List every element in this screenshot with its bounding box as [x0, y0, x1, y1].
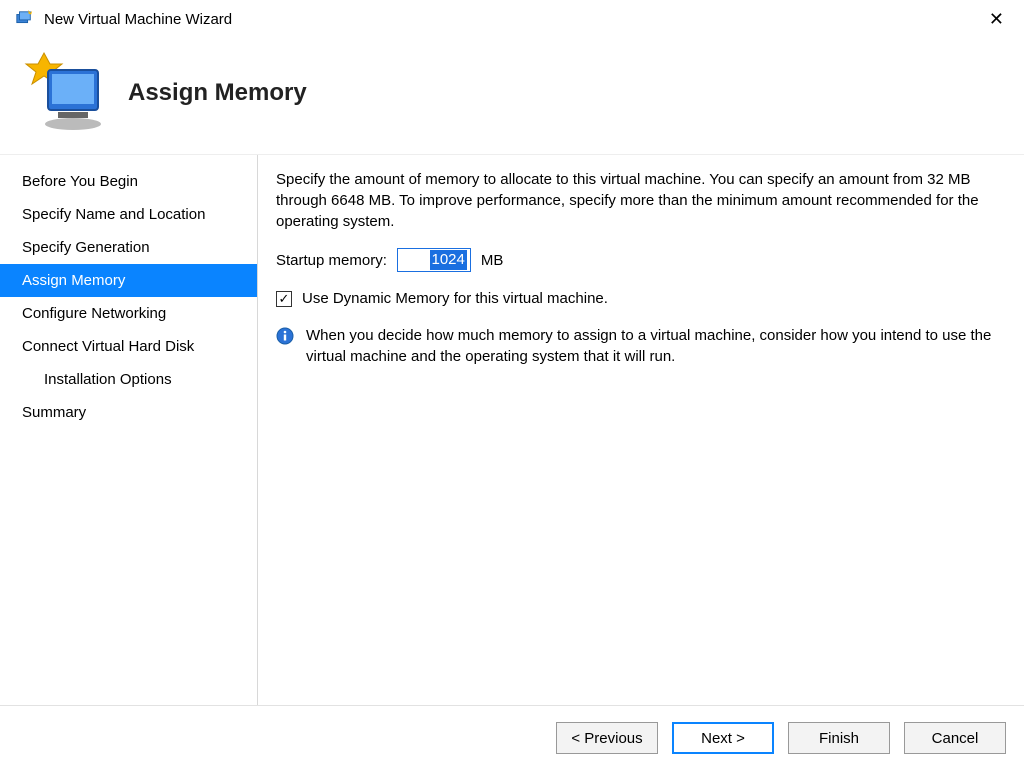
next-button[interactable]: Next >	[672, 722, 774, 754]
cancel-button[interactable]: Cancel	[904, 722, 1006, 754]
finish-button[interactable]: Finish	[788, 722, 890, 754]
page-title: Assign Memory	[128, 79, 307, 107]
nav-item-configure-networking[interactable]: Configure Networking	[0, 297, 257, 330]
wizard-nav: Before You BeginSpecify Name and Locatio…	[0, 155, 258, 705]
nav-item-specify-name-and-location[interactable]: Specify Name and Location	[0, 198, 257, 231]
nav-item-assign-memory[interactable]: Assign Memory	[0, 264, 257, 297]
dynamic-memory-row: ✓ Use Dynamic Memory for this virtual ma…	[276, 288, 1006, 309]
close-icon[interactable]: ✕	[981, 10, 1012, 28]
startup-memory-row: Startup memory: 1024 MB	[276, 248, 1006, 272]
header-banner: Assign Memory	[0, 36, 1024, 155]
server-star-icon	[20, 50, 110, 136]
wizard-body: Before You BeginSpecify Name and Locatio…	[0, 155, 1024, 705]
app-icon	[14, 9, 34, 29]
dynamic-memory-label: Use Dynamic Memory for this virtual mach…	[302, 288, 608, 309]
nav-item-specify-generation[interactable]: Specify Generation	[0, 231, 257, 264]
wizard-content: Specify the amount of memory to allocate…	[258, 155, 1024, 705]
info-icon	[276, 327, 294, 345]
nav-item-connect-virtual-hard-disk[interactable]: Connect Virtual Hard Disk	[0, 330, 257, 363]
nav-item-installation-options[interactable]: Installation Options	[0, 363, 257, 396]
startup-memory-input[interactable]: 1024	[397, 248, 471, 272]
info-text: When you decide how much memory to assig…	[306, 325, 1006, 367]
startup-memory-unit: MB	[481, 250, 504, 271]
dynamic-memory-checkbox[interactable]: ✓	[276, 291, 292, 307]
nav-item-summary[interactable]: Summary	[0, 396, 257, 429]
window-title: New Virtual Machine Wizard	[44, 11, 981, 28]
info-row: When you decide how much memory to assig…	[276, 325, 1006, 367]
description-text: Specify the amount of memory to allocate…	[276, 169, 1006, 232]
previous-button[interactable]: < Previous	[556, 722, 658, 754]
titlebar: New Virtual Machine Wizard ✕	[0, 0, 1024, 36]
startup-memory-label: Startup memory:	[276, 250, 387, 271]
wizard-footer: < Previous Next > Finish Cancel	[0, 705, 1024, 770]
nav-item-before-you-begin[interactable]: Before You Begin	[0, 165, 257, 198]
